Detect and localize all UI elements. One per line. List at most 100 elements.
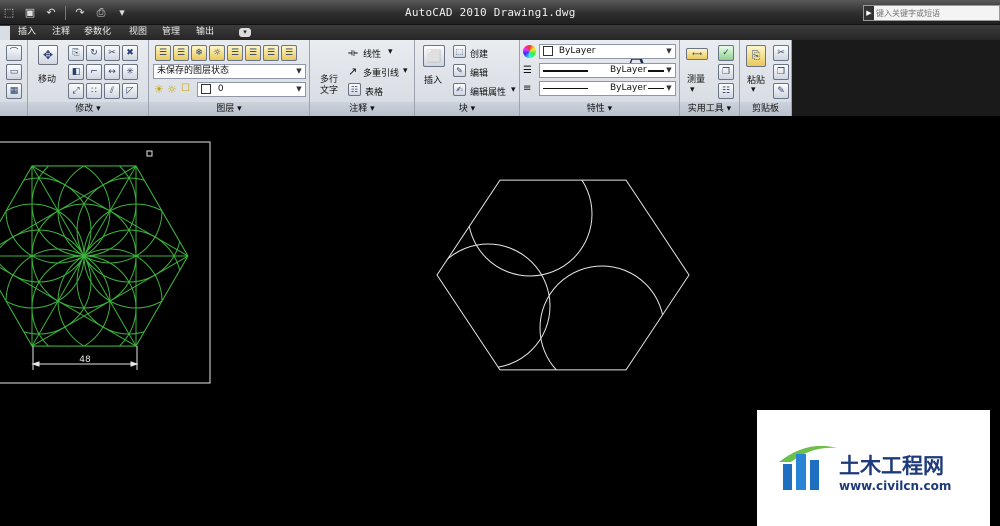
- create-label[interactable]: 创建: [470, 47, 488, 60]
- stretch-icon[interactable]: ↔: [104, 64, 120, 80]
- linear-label[interactable]: 线性: [363, 47, 381, 60]
- tab-output[interactable]: 输出: [196, 26, 214, 40]
- select-similar-icon[interactable]: ❐: [718, 64, 734, 80]
- lineweight-icon[interactable]: ☰: [523, 65, 532, 76]
- redo-icon[interactable]: ↷: [71, 5, 89, 21]
- layer-state-combo[interactable]: 未保存的图层状态 ▼: [153, 64, 306, 79]
- linetype-icon[interactable]: ≡: [523, 83, 531, 94]
- fillet-icon[interactable]: ⌐: [86, 64, 102, 80]
- chevron-down-icon[interactable]: ▾: [403, 66, 408, 76]
- linetype-value: ByLayer: [610, 83, 647, 93]
- copy-clip-icon[interactable]: ❐: [773, 64, 789, 80]
- array-icon[interactable]: ∷: [86, 83, 102, 99]
- tab-manage[interactable]: 管理: [162, 26, 180, 40]
- panel-properties: ByLayer ▼ ☰ ByLayer ▼ ≡ ByLayer ▼ 特性 ▾: [520, 40, 680, 116]
- dropdown-icon[interactable]: ▾: [113, 5, 131, 21]
- edit-block-icon[interactable]: ✎: [453, 64, 466, 77]
- offset-icon[interactable]: ⫽: [104, 83, 120, 99]
- color-wheel-icon[interactable]: [523, 45, 536, 58]
- color-combo[interactable]: ByLayer ▼: [539, 44, 676, 59]
- search-box[interactable]: ▶: [863, 5, 1000, 21]
- chevron-down-icon[interactable]: ▾: [388, 47, 393, 57]
- erase-icon[interactable]: ✖: [122, 45, 138, 61]
- search-expand-icon[interactable]: ▶: [864, 6, 874, 20]
- save-icon[interactable]: ▣: [21, 5, 39, 21]
- arc-icon[interactable]: ⌒: [6, 45, 22, 61]
- layer-isolate-icon[interactable]: ☰: [173, 45, 189, 61]
- panel-annotation-title[interactable]: 注释 ▾: [310, 102, 414, 116]
- panel-block-title[interactable]: 块 ▾: [415, 102, 519, 116]
- ribbon-minimize-icon[interactable]: ▾: [239, 28, 251, 37]
- multileader-icon[interactable]: ↗: [348, 65, 357, 78]
- plot-icon[interactable]: ⎙: [92, 5, 110, 21]
- search-input[interactable]: [876, 6, 998, 20]
- lineweight-combo[interactable]: ByLayer ▼: [539, 63, 676, 78]
- current-layer-combo[interactable]: 0 ▼: [197, 82, 306, 97]
- measure-label[interactable]: 测量: [687, 72, 705, 85]
- unlock-icon[interactable]: ☐: [181, 83, 190, 94]
- chevron-down-icon[interactable]: ▾: [751, 85, 756, 95]
- lightbulb-icon[interactable]: ☀: [154, 83, 164, 96]
- paste-icon[interactable]: ⎘: [746, 45, 766, 67]
- create-block-icon[interactable]: ⬚: [453, 45, 466, 58]
- edit-attribute-icon[interactable]: ✍: [453, 83, 466, 96]
- layer-merge-icon[interactable]: ☰: [281, 45, 297, 61]
- tab-insert[interactable]: 插入: [18, 26, 36, 40]
- tab-home[interactable]: [0, 26, 10, 40]
- insert-block-icon[interactable]: ⬜: [423, 45, 445, 67]
- scale-icon[interactable]: ⤢: [68, 83, 84, 99]
- measure-icon[interactable]: ⟷: [686, 48, 708, 60]
- move-label[interactable]: 移动: [38, 72, 56, 85]
- open-icon[interactable]: ⬚: [0, 5, 18, 21]
- dimension-text[interactable]: 48: [79, 355, 91, 365]
- chevron-down-icon: ▼: [666, 84, 672, 92]
- table-icon[interactable]: ☷: [348, 83, 361, 96]
- cut-icon[interactable]: ✂: [773, 45, 789, 61]
- lineweight-sample-tail: [648, 70, 664, 72]
- panel-properties-title[interactable]: 特性 ▾: [520, 102, 679, 116]
- undo-icon[interactable]: ↶: [42, 5, 60, 21]
- edit-label[interactable]: 编辑: [470, 66, 488, 79]
- table-label[interactable]: 表格: [365, 85, 383, 98]
- chevron-down-icon[interactable]: ▾: [511, 85, 516, 95]
- explode-icon[interactable]: ✳: [122, 64, 138, 80]
- chevron-down-icon[interactable]: ▾: [690, 85, 695, 95]
- match-properties-icon[interactable]: ✎: [773, 83, 789, 99]
- paste-label[interactable]: 粘贴: [747, 73, 765, 86]
- flower-of-life-pattern[interactable]: [0, 152, 188, 360]
- tab-parametric[interactable]: 参数化: [84, 26, 111, 40]
- insert-label[interactable]: 插入: [424, 73, 442, 86]
- move-icon[interactable]: ✥: [38, 45, 58, 65]
- edit-attribute-label[interactable]: 编辑属性: [470, 85, 506, 98]
- watermark: 土木工程网 www.civilcn.com: [757, 410, 990, 526]
- mtext-label-2[interactable]: 文字: [320, 83, 338, 96]
- rectangle-icon[interactable]: ▭: [6, 64, 22, 80]
- tab-view[interactable]: 视图: [129, 26, 147, 40]
- linear-dimension-icon[interactable]: ⟛: [348, 46, 358, 60]
- layer-off-icon[interactable]: ☼: [209, 45, 225, 61]
- multileader-label[interactable]: 多重引线: [363, 66, 399, 79]
- calculator-icon[interactable]: ☷: [718, 83, 734, 99]
- panel-modify-title[interactable]: 修改 ▾: [28, 102, 148, 116]
- layer-walk-icon[interactable]: ☰: [263, 45, 279, 61]
- hatch-icon[interactable]: ▦: [6, 83, 22, 99]
- pinwheel-hexagon[interactable]: [426, 152, 690, 390]
- panel-utilities-title[interactable]: 实用工具 ▾: [680, 102, 739, 116]
- layer-match-icon[interactable]: ☰: [245, 45, 261, 61]
- layer-properties-icon[interactable]: ☰: [155, 45, 171, 61]
- pinwheel-circle: [467, 180, 593, 277]
- linetype-combo[interactable]: ByLayer ▼: [539, 81, 676, 96]
- trim-icon[interactable]: ✂: [104, 45, 120, 61]
- quick-select-icon[interactable]: ✓: [718, 45, 734, 61]
- chamfer-icon[interactable]: ◸: [122, 83, 138, 99]
- rotate-icon[interactable]: ↻: [86, 45, 102, 61]
- copy-icon[interactable]: ⎘: [68, 45, 84, 61]
- logo-bar-1: [783, 464, 792, 490]
- grip-square[interactable]: [146, 150, 153, 157]
- tab-annotate[interactable]: 注释: [52, 26, 70, 40]
- layer-lock-icon[interactable]: ☰: [227, 45, 243, 61]
- mirror-icon[interactable]: ◧: [68, 64, 84, 80]
- layer-freeze-icon[interactable]: ❄: [191, 45, 207, 61]
- sun-icon[interactable]: ☼: [167, 83, 177, 96]
- panel-layers-title[interactable]: 图层 ▾: [149, 102, 309, 116]
